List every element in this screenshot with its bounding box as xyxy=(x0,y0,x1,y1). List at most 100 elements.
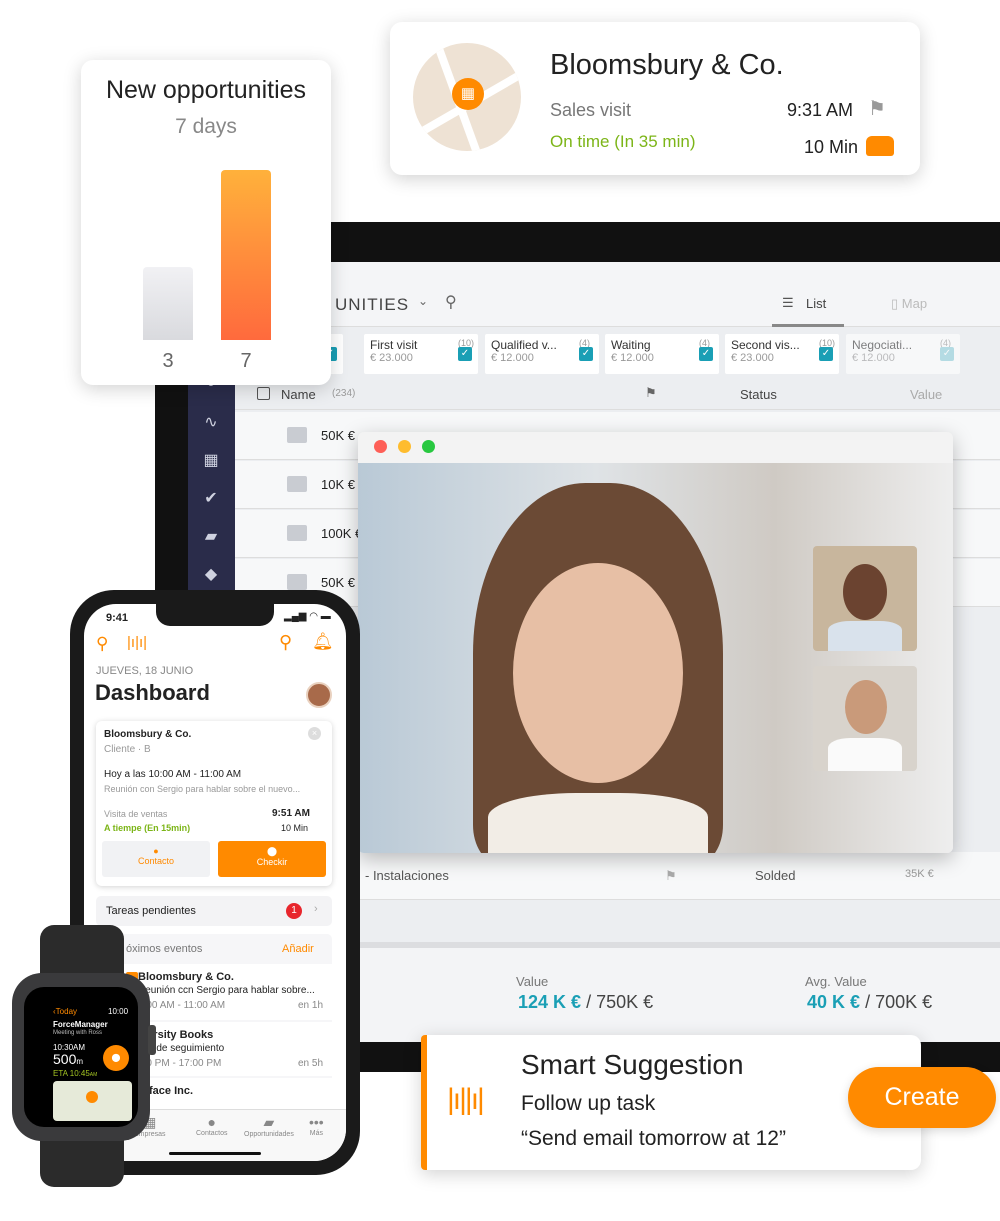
checkbox-icon[interactable]: ✓ xyxy=(940,347,954,361)
stage-name: Second vis... xyxy=(731,338,800,352)
tab-label: Contactos xyxy=(196,1130,228,1137)
event-card[interactable]: Bloomsbury & Co. Cliente · B × Hoy a las… xyxy=(96,721,332,886)
video-call-window xyxy=(358,432,953,853)
stat-label: Avg. Value xyxy=(805,974,867,989)
checkin-button[interactable]: ⬤ Checkir xyxy=(218,841,326,877)
tab-map[interactable]: ▯ Map xyxy=(891,296,927,312)
checkbox-icon[interactable]: ✓ xyxy=(458,347,472,361)
participant-shirt xyxy=(828,738,902,771)
calendar-icon[interactable]: ▦ xyxy=(200,450,222,472)
stage-name: Qualified v... xyxy=(491,338,557,352)
maximize-window-button[interactable] xyxy=(422,440,435,453)
eta-value: ETA 10:45 xyxy=(53,1069,90,1078)
flag-icon: ⚑ xyxy=(665,868,677,883)
contact-button[interactable]: ● Contacto xyxy=(102,841,210,877)
search-icon[interactable]: ⚲ xyxy=(279,632,292,653)
briefcase-icon xyxy=(287,525,307,541)
tab-mas[interactable]: ••• Más xyxy=(309,1114,324,1137)
stage-item[interactable]: Waiting (4) € 12.000 ✓ xyxy=(605,334,719,374)
participant-shirt xyxy=(828,621,902,651)
event-relative: en 5h xyxy=(298,1058,324,1069)
row-count: (234) xyxy=(332,388,356,399)
event-name: Bloomsbury & Co. xyxy=(138,971,234,983)
visit-card: ▦ Bloomsbury & Co. Sales visit On time (… xyxy=(390,22,920,175)
stat-current: 40 K € xyxy=(807,992,861,1012)
person-icon: ● xyxy=(153,846,159,856)
column-name[interactable]: Name xyxy=(281,387,316,402)
location-logo-icon[interactable]: ⚲ xyxy=(96,634,108,654)
participant-face xyxy=(843,564,887,620)
column-status[interactable]: Status xyxy=(740,387,777,402)
minimize-window-button[interactable] xyxy=(398,440,411,453)
back-button[interactable]: ‹Today xyxy=(53,1007,77,1016)
digital-crown[interactable] xyxy=(148,1025,156,1055)
watch-map xyxy=(53,1081,132,1121)
create-button[interactable]: Create xyxy=(848,1067,996,1128)
tab-oportunidades[interactable]: ▰ Opportunidades xyxy=(244,1114,294,1138)
tab-map-label: Map xyxy=(901,296,928,311)
tasks-badge: 1 xyxy=(286,903,302,919)
briefcase-icon xyxy=(287,427,307,443)
visit-type: Sales visit xyxy=(550,100,632,120)
card-subtitle: 7 days xyxy=(175,115,237,138)
stage-value: € 23.000 xyxy=(370,352,413,364)
chevron-down-icon[interactable]: ⌄ xyxy=(418,294,428,308)
checkbox-icon[interactable]: ✓ xyxy=(819,347,833,361)
close-window-button[interactable] xyxy=(374,440,387,453)
activity-icon[interactable]: ∿ xyxy=(200,412,222,434)
add-event-button[interactable]: Añadir xyxy=(282,943,314,955)
stage-item[interactable]: First visit (10) € 23.000 ✓ xyxy=(364,334,478,374)
briefcase-icon[interactable]: ▰ xyxy=(200,526,222,548)
dismiss-icon[interactable]: × xyxy=(308,727,321,740)
stage-item[interactable]: Second vis... (10) € 23.000 ✓ xyxy=(725,334,839,374)
home-indicator xyxy=(169,1152,261,1155)
tab-label: Más xyxy=(309,1130,323,1137)
checkin-label: Checkir xyxy=(256,857,288,867)
checkbox-icon[interactable]: ✓ xyxy=(579,347,593,361)
stage-name: First visit xyxy=(370,338,418,352)
participant-thumbnail[interactable] xyxy=(813,666,917,771)
row-value: 10K € xyxy=(321,477,355,492)
main-video-feed xyxy=(358,463,953,853)
stage-item[interactable]: Qualified v... (4) € 12.000 ✓ xyxy=(485,334,599,374)
page-title: Dashboard xyxy=(95,680,210,705)
stage-item[interactable]: Negociati... (4) € 12.000 ✓ xyxy=(846,334,960,374)
avatar[interactable] xyxy=(306,682,332,708)
briefcase-icon xyxy=(287,476,307,492)
participant-face xyxy=(845,680,887,734)
participant-shirt xyxy=(488,793,708,853)
stat-value: 40 K € / 700K € xyxy=(807,992,932,1013)
stat-total: / 700K € xyxy=(865,992,933,1012)
tasks-label: Tareas pendientes xyxy=(106,905,196,917)
stat-value: 124 K € / 750K € xyxy=(518,992,653,1013)
row-value: 35K € xyxy=(905,868,934,880)
tab-contactos[interactable]: ● Contactos xyxy=(196,1114,228,1137)
select-all-checkbox[interactable] xyxy=(257,387,270,400)
watch-time: 10:00 xyxy=(108,1007,129,1016)
row-value: 50K € xyxy=(321,575,355,590)
participant-thumbnail[interactable] xyxy=(813,546,917,651)
watch-screen: ‹Today 10:00 ForceManager Meeting with R… xyxy=(24,987,138,1127)
tasks-check-icon[interactable]: ✔ xyxy=(200,488,222,510)
travel-duration: 10 Min xyxy=(804,137,859,157)
navigate-pin-button[interactable]: ⬤ xyxy=(103,1045,129,1071)
participant-face xyxy=(513,563,683,783)
checkered-flag-icon: ⚑ xyxy=(868,98,886,120)
voice-wave-icon: |ı||ı| xyxy=(447,1083,485,1116)
tab-list-label: List xyxy=(806,296,827,311)
suggestion-detail: “Send email tomorrow at 12” xyxy=(521,1127,786,1150)
voice-wave-icon[interactable]: |ı|ı| xyxy=(127,634,147,651)
checkbox-icon[interactable]: ✓ xyxy=(699,347,713,361)
signal-wifi-battery-icon: ▂▄▆ ◠ ▬ xyxy=(284,611,331,622)
tab-list[interactable]: ☰ List xyxy=(772,262,844,327)
briefcase-icon xyxy=(287,574,307,590)
bell-icon[interactable]: 🔔︎ xyxy=(312,632,334,652)
stage-name: Negociati... xyxy=(852,338,913,352)
column-value[interactable]: Value xyxy=(910,387,942,402)
flag-icon[interactable]: ⚑ xyxy=(645,385,657,401)
watch-app-name: ForceManager xyxy=(53,1020,108,1029)
map-icon: ▯ xyxy=(891,296,902,311)
search-icon[interactable]: ⚲ xyxy=(445,292,457,312)
pending-tasks-row[interactable]: Tareas pendientes 1 › xyxy=(96,896,332,926)
tag-icon[interactable]: ◆ xyxy=(200,564,222,586)
